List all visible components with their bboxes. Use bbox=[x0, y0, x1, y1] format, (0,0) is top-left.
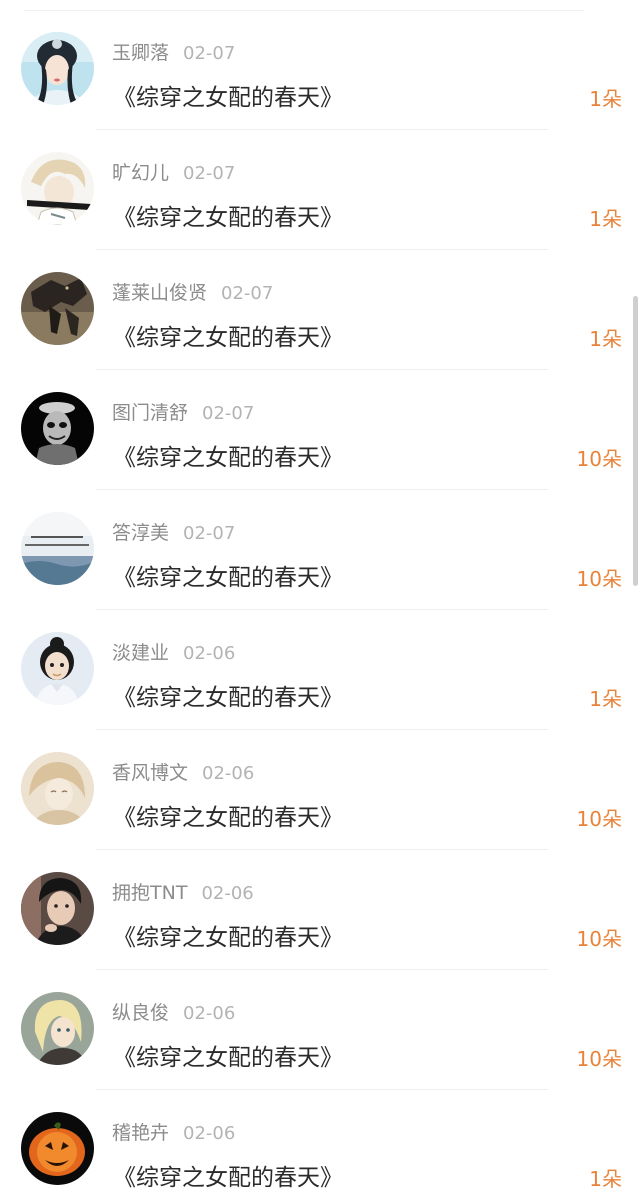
gift-date: 02-06 bbox=[183, 643, 236, 664]
list-item[interactable]: 旷幻儿 02-07 《综穿之女配的春天》 1朵 bbox=[0, 130, 640, 250]
gift-meta: 图门清舒 02-07 bbox=[112, 400, 254, 426]
gift-meta: 香风博文 02-06 bbox=[112, 760, 254, 786]
list-item[interactable]: 淡建业 02-06 《综穿之女配的春天》 1朵 bbox=[0, 610, 640, 730]
gift-amount: 10朵 bbox=[576, 807, 622, 831]
book-title[interactable]: 《综穿之女配的春天》 bbox=[113, 562, 343, 594]
book-title[interactable]: 《综穿之女配的春天》 bbox=[113, 82, 343, 114]
avatar[interactable] bbox=[21, 272, 94, 345]
avatar[interactable] bbox=[21, 752, 94, 825]
book-title[interactable]: 《综穿之女配的春天》 bbox=[113, 202, 343, 234]
gift-meta: 纵良俊 02-06 bbox=[112, 1000, 235, 1026]
book-title[interactable]: 《综穿之女配的春天》 bbox=[113, 802, 343, 834]
gift-meta: 拥抱TNT 02-06 bbox=[112, 880, 254, 906]
username[interactable]: 旷幻儿 bbox=[112, 162, 169, 184]
list-item[interactable]: 纵良俊 02-06 《综穿之女配的春天》 10朵 bbox=[0, 970, 640, 1090]
username[interactable]: 拥抱TNT bbox=[112, 882, 187, 904]
list-item[interactable]: 蓬莱山俊贤 02-07 《综穿之女配的春天》 1朵 bbox=[0, 250, 640, 370]
scrollbar[interactable] bbox=[633, 296, 638, 586]
gift-meta: 玉卿落 02-07 bbox=[112, 40, 235, 66]
gift-amount: 10朵 bbox=[576, 567, 622, 591]
avatar[interactable] bbox=[21, 632, 94, 705]
gift-date: 02-07 bbox=[183, 163, 236, 184]
gift-date: 02-06 bbox=[183, 1123, 236, 1144]
username[interactable]: 香风博文 bbox=[112, 762, 188, 784]
gift-meta: 淡建业 02-06 bbox=[112, 640, 235, 666]
username[interactable]: 图门清舒 bbox=[112, 402, 188, 424]
gift-date: 02-07 bbox=[221, 283, 274, 304]
list-item[interactable]: 拥抱TNT 02-06 《综穿之女配的春天》 10朵 bbox=[0, 850, 640, 970]
gift-date: 02-06 bbox=[183, 1003, 236, 1024]
avatar[interactable] bbox=[21, 992, 94, 1065]
avatar[interactable] bbox=[21, 872, 94, 945]
gift-meta: 蓬莱山俊贤 02-07 bbox=[112, 280, 273, 306]
gift-amount: 10朵 bbox=[576, 447, 622, 471]
gift-amount: 10朵 bbox=[576, 1047, 622, 1071]
gift-meta: 稽艳卉 02-06 bbox=[112, 1120, 235, 1146]
book-title[interactable]: 《综穿之女配的春天》 bbox=[113, 442, 343, 474]
book-title[interactable]: 《综穿之女配的春天》 bbox=[113, 922, 343, 954]
gift-meta: 旷幻儿 02-07 bbox=[112, 160, 235, 186]
gift-meta: 答淳美 02-07 bbox=[112, 520, 235, 546]
gift-list-page: 玉卿落 02-07 《综穿之女配的春天》 1朵 旷幻儿 02-07 《综穿之女配… bbox=[0, 0, 640, 1203]
list-item[interactable]: 香风博文 02-06 《综穿之女配的春天》 10朵 bbox=[0, 730, 640, 850]
username[interactable]: 纵良俊 bbox=[112, 1002, 169, 1024]
avatar[interactable] bbox=[21, 152, 94, 225]
avatar[interactable] bbox=[21, 392, 94, 465]
gift-amount: 1朵 bbox=[589, 87, 622, 111]
gift-amount: 1朵 bbox=[589, 327, 622, 351]
book-title[interactable]: 《综穿之女配的春天》 bbox=[113, 1042, 343, 1074]
gift-date: 02-06 bbox=[202, 763, 255, 784]
username[interactable]: 淡建业 bbox=[112, 642, 169, 664]
username[interactable]: 稽艳卉 bbox=[112, 1122, 169, 1144]
avatar[interactable] bbox=[21, 512, 94, 585]
gift-date: 02-07 bbox=[183, 43, 236, 64]
gift-date: 02-06 bbox=[201, 883, 254, 904]
gift-date: 02-07 bbox=[183, 523, 236, 544]
book-title[interactable]: 《综穿之女配的春天》 bbox=[113, 1162, 343, 1194]
gift-amount: 1朵 bbox=[589, 687, 622, 711]
username[interactable]: 玉卿落 bbox=[112, 42, 169, 64]
book-title[interactable]: 《综穿之女配的春天》 bbox=[113, 322, 343, 354]
gift-amount: 1朵 bbox=[589, 1167, 622, 1191]
list-item[interactable]: 玉卿落 02-07 《综穿之女配的春天》 1朵 bbox=[0, 10, 640, 130]
gift-amount: 10朵 bbox=[576, 927, 622, 951]
list-item[interactable]: 稽艳卉 02-06 《综穿之女配的春天》 1朵 bbox=[0, 1090, 640, 1203]
book-title[interactable]: 《综穿之女配的春天》 bbox=[113, 682, 343, 714]
avatar[interactable] bbox=[21, 1112, 94, 1185]
username[interactable]: 答淳美 bbox=[112, 522, 169, 544]
avatar[interactable] bbox=[21, 32, 94, 105]
list-item[interactable]: 答淳美 02-07 《综穿之女配的春天》 10朵 bbox=[0, 490, 640, 610]
username[interactable]: 蓬莱山俊贤 bbox=[112, 282, 207, 304]
list-item[interactable]: 图门清舒 02-07 《综穿之女配的春天》 10朵 bbox=[0, 370, 640, 490]
gift-date: 02-07 bbox=[202, 403, 255, 424]
gift-amount: 1朵 bbox=[589, 207, 622, 231]
